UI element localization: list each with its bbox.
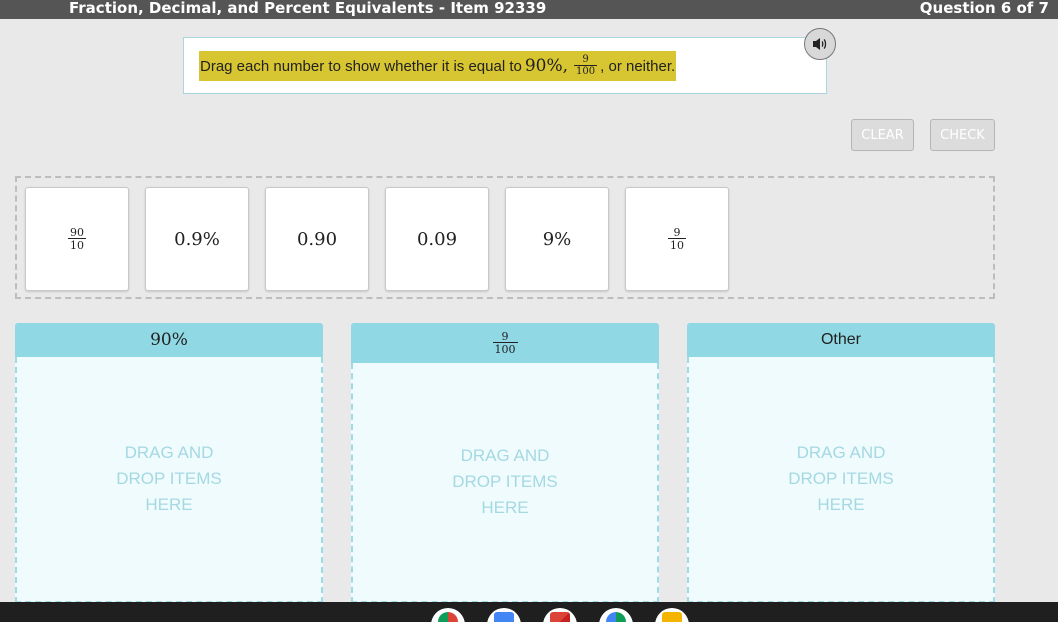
fraction-numerator: 9 xyxy=(582,54,589,65)
tile-0-9-percent[interactable]: 0.9% xyxy=(145,187,249,291)
question-prompt: Drag each number to show whether it is e… xyxy=(183,37,827,94)
speaker-icon xyxy=(813,38,827,50)
bin-fraction: 9 100 xyxy=(492,330,518,356)
prompt-percent: 90%, xyxy=(524,56,569,76)
tile-0-90[interactable]: 0.90 xyxy=(265,187,369,291)
tile-0-09[interactable]: 0.09 xyxy=(385,187,489,291)
drop-placeholder: DRAG AND DROP ITEMS HERE xyxy=(452,446,558,517)
fraction-numerator: 9 xyxy=(501,330,509,343)
fraction-numerator: 9 xyxy=(673,226,681,239)
drop-zone-other[interactable]: DRAG AND DROP ITEMS HERE xyxy=(687,357,995,603)
clear-button[interactable]: CLEAR xyxy=(851,119,914,151)
tile-fraction: 9 10 xyxy=(668,227,686,251)
bin-90-percent: 90% DRAG AND DROP ITEMS HERE xyxy=(15,323,323,603)
drop-placeholder: DRAG AND DROP ITEMS HERE xyxy=(116,443,222,514)
tile-9-over-10[interactable]: 9 10 xyxy=(625,187,729,291)
prompt-fraction: 9 100 xyxy=(574,54,598,77)
bin-other: Other DRAG AND DROP ITEMS HERE xyxy=(687,323,995,603)
drop-zone-9-over-100[interactable]: DRAG AND DROP ITEMS HERE xyxy=(351,363,659,603)
fraction-denominator: 100 xyxy=(492,342,518,356)
prompt-highlight: Drag each number to show whether it is e… xyxy=(199,51,677,81)
speaker-button[interactable] xyxy=(804,28,836,60)
bin-9-over-100: 9 100 DRAG AND DROP ITEMS HERE xyxy=(351,323,659,603)
tile-90-over-10[interactable]: 90 10 xyxy=(25,187,129,291)
page-title: Fraction, Decimal, and Percent Equivalen… xyxy=(69,0,547,17)
bin-header: Other xyxy=(687,323,995,357)
drop-zone-90-percent[interactable]: DRAG AND DROP ITEMS HERE xyxy=(15,357,323,603)
question-counter: Question 6 of 7 xyxy=(919,0,1049,17)
prompt-text-end: , or neither. xyxy=(600,57,676,75)
fraction-denominator: 100 xyxy=(574,65,598,77)
bin-header: 9 100 xyxy=(351,323,659,363)
drop-placeholder: DRAG AND DROP ITEMS HERE xyxy=(788,443,894,514)
answer-tray: 90 10 0.9% 0.90 0.09 9% 9 10 xyxy=(15,176,995,299)
fraction-numerator: 90 xyxy=(70,226,84,239)
taskbar xyxy=(0,602,1058,622)
check-button[interactable]: CHECK xyxy=(930,119,995,151)
header-bar: Fraction, Decimal, and Percent Equivalen… xyxy=(0,0,1058,19)
prompt-text: Drag each number to show whether it is e… xyxy=(200,57,522,75)
fraction-denominator: 10 xyxy=(68,238,86,252)
tile-9-percent[interactable]: 9% xyxy=(505,187,609,291)
bin-header: 90% xyxy=(15,323,323,357)
tile-fraction: 90 10 xyxy=(68,227,86,251)
fraction-denominator: 10 xyxy=(668,238,686,252)
